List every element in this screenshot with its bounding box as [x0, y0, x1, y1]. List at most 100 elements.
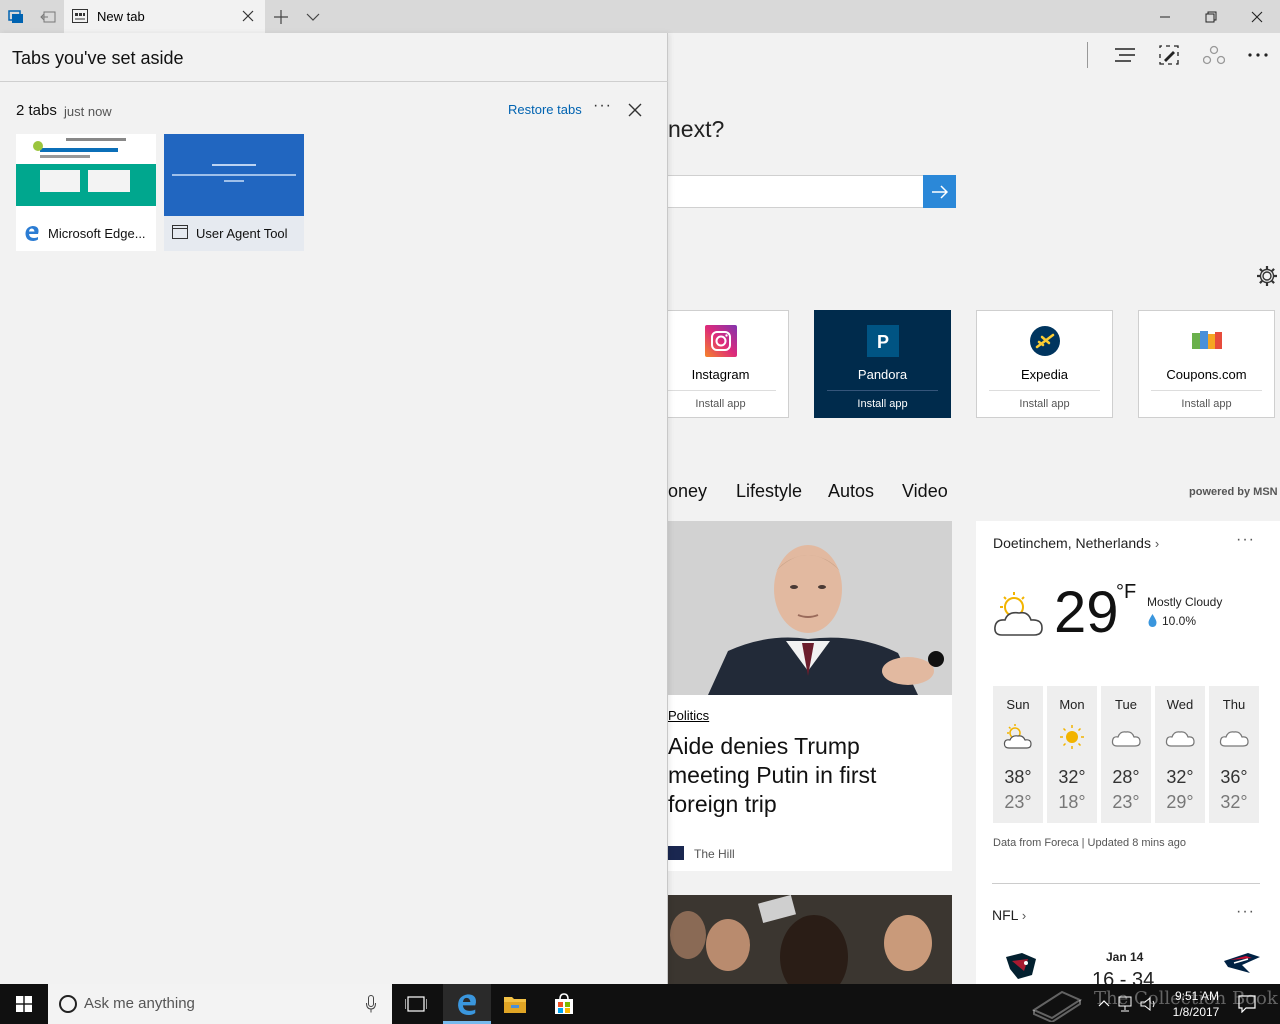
- nfl-more-button[interactable]: ···: [1236, 903, 1255, 921]
- app-name: Coupons.com: [1166, 367, 1247, 382]
- weather-card: Doetinchem, Netherlands › ··· 29 °F Most…: [976, 521, 1280, 984]
- close-window-button[interactable]: [1234, 0, 1280, 33]
- cortana-search-box[interactable]: Ask me anything: [48, 984, 392, 1024]
- taskbar-edge-button[interactable]: [443, 984, 491, 1024]
- chevron-up-icon[interactable]: [1098, 996, 1110, 1012]
- restore-tabs-button[interactable]: Restore tabs: [508, 102, 582, 117]
- minimize-button[interactable]: [1142, 0, 1188, 33]
- store-icon: [555, 993, 573, 1014]
- tab-preview-image: [16, 134, 156, 216]
- close-icon: [1251, 11, 1263, 22]
- tab-title: New tab: [97, 9, 145, 24]
- coupons-icon: [1192, 331, 1222, 349]
- taskbar-file-explorer-button[interactable]: [491, 984, 539, 1024]
- divider: [0, 81, 668, 82]
- weather-more-button[interactable]: ···: [1236, 531, 1255, 549]
- story-photo: [668, 895, 952, 984]
- search-submit-button[interactable]: [923, 175, 956, 208]
- news-category-autos[interactable]: Autos: [828, 481, 874, 502]
- task-view-button[interactable]: [392, 984, 440, 1024]
- tabs-aside-view-button[interactable]: [0, 0, 32, 33]
- new-tab-button[interactable]: [266, 0, 296, 33]
- share-button[interactable]: [1200, 41, 1228, 69]
- close-tab-icon[interactable]: [240, 8, 256, 24]
- tabs-aside-icon: [8, 9, 23, 23]
- app-tile-expedia[interactable]: Expedia Install app: [976, 310, 1113, 418]
- forecast-day[interactable]: Thu 36° 32°: [1209, 686, 1259, 823]
- divider: [992, 883, 1260, 884]
- weather-location[interactable]: Doetinchem, Netherlands ›: [993, 535, 1159, 551]
- title-bar: New tab: [0, 0, 1280, 33]
- hub-icon: [1115, 48, 1135, 62]
- cloud-icon: [1111, 731, 1141, 747]
- install-app-link[interactable]: Install app: [668, 398, 788, 410]
- edge-icon: [25, 226, 39, 241]
- taskbar-store-button[interactable]: [540, 984, 588, 1024]
- news-category-money[interactable]: oney: [668, 481, 707, 502]
- tab-label: Microsoft Edge...: [16, 216, 156, 251]
- more-actions-button[interactable]: [1244, 41, 1272, 69]
- volume-icon[interactable]: [1140, 996, 1158, 1012]
- arrow-right-icon: [931, 184, 948, 199]
- sun-cloud-icon: [1003, 724, 1032, 749]
- plus-icon: [274, 9, 288, 24]
- clock-date[interactable]: 1/8/2017: [1166, 1005, 1226, 1019]
- web-note-button[interactable]: [1155, 41, 1183, 69]
- news-story[interactable]: Politics Aide denies Trump meeting Putin…: [668, 521, 952, 871]
- start-button[interactable]: [0, 984, 48, 1024]
- app-tile-instagram[interactable]: Instagram Install app: [668, 310, 789, 418]
- folder-icon: [504, 997, 526, 1013]
- restore-button[interactable]: [1188, 0, 1234, 33]
- install-app-link[interactable]: Install app: [977, 398, 1112, 410]
- tab-new-tab[interactable]: New tab: [64, 0, 265, 33]
- set-aside-tab-thumbnail[interactable]: User Agent Tool: [164, 134, 304, 251]
- new-tab-page: next? Instagram Install app P Pandora In…: [668, 33, 1280, 984]
- search-input[interactable]: [668, 175, 924, 208]
- page-icon: [172, 225, 188, 239]
- taskbar: Ask me anything The Collection Book 9:51…: [0, 984, 1280, 1024]
- tab-preview-button[interactable]: [298, 0, 328, 33]
- instagram-icon: [705, 325, 737, 357]
- hub-button[interactable]: [1111, 41, 1139, 69]
- story-headline[interactable]: Aide denies Trump meeting Putin in first…: [668, 732, 938, 819]
- install-app-link[interactable]: Install app: [815, 398, 950, 410]
- clock-time[interactable]: 9:51 AM: [1172, 989, 1222, 1003]
- set-aside-tabs-button[interactable]: [32, 0, 64, 33]
- tab-group-more-button[interactable]: ···: [593, 97, 612, 115]
- microphone-icon[interactable]: [366, 995, 376, 1013]
- nfl-heading[interactable]: NFL ›: [992, 907, 1026, 923]
- forecast-day[interactable]: Tue 28° 23°: [1101, 686, 1151, 823]
- story-category[interactable]: Politics: [668, 708, 709, 723]
- sun-cloud-icon: [994, 592, 1043, 636]
- news-category-video[interactable]: Video: [902, 481, 948, 502]
- app-name: Pandora: [857, 367, 908, 382]
- expedia-icon: [1030, 326, 1060, 356]
- minimize-icon: [1160, 16, 1170, 17]
- cloud-icon: [1165, 731, 1195, 747]
- forecast-day[interactable]: Wed 32° 29°: [1155, 686, 1205, 823]
- chevron-right-icon: ›: [1021, 908, 1027, 923]
- edge-icon: [458, 994, 476, 1015]
- app-tile-pandora[interactable]: P Pandora Install app: [814, 310, 951, 418]
- chevron-right-icon: ›: [1154, 536, 1160, 551]
- tabs-set-aside-panel: Tabs you've set aside 2 tabs just now Re…: [0, 33, 668, 984]
- book-watermark-icon: [1032, 990, 1082, 1022]
- gear-icon[interactable]: [1256, 265, 1278, 287]
- app-tile-coupons[interactable]: Coupons.com Install app: [1138, 310, 1275, 418]
- close-icon[interactable]: [626, 101, 644, 119]
- action-center-icon[interactable]: [1238, 995, 1256, 1013]
- forecast-day[interactable]: Sun 38° 23°: [993, 686, 1043, 823]
- game-date: Jan 14: [1106, 950, 1144, 964]
- new-tab-page-icon: [72, 9, 88, 23]
- network-icon[interactable]: [1118, 996, 1136, 1012]
- forecast-day[interactable]: Mon 32° 18°: [1047, 686, 1097, 823]
- story-image[interactable]: [668, 895, 952, 984]
- set-aside-tab-thumbnail[interactable]: Microsoft Edge...: [16, 134, 156, 251]
- divider: [1151, 390, 1262, 391]
- install-app-link[interactable]: Install app: [1139, 398, 1274, 410]
- news-category-lifestyle[interactable]: Lifestyle: [736, 481, 802, 502]
- edge-page-preview: [16, 134, 156, 216]
- app-name: Expedia: [1021, 367, 1068, 382]
- tab-label: User Agent Tool: [164, 216, 304, 251]
- app-name: Instagram: [691, 367, 750, 382]
